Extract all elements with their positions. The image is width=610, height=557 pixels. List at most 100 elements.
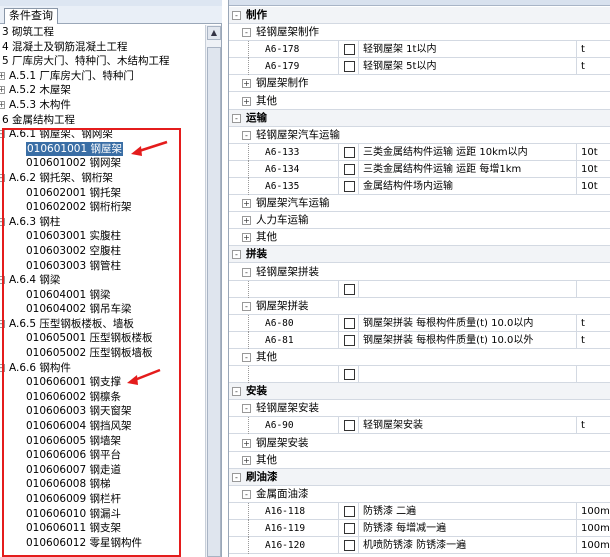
subgroup-row[interactable]: - 轻钢屋架拼装	[229, 264, 610, 281]
tree-leaf-item[interactable]: 010606012 零星钢构件	[0, 536, 205, 551]
tree-leaf-item[interactable]: 010605002 压型钢板墙板	[0, 346, 205, 361]
tree-leaf-item[interactable]: 010604002 钢吊车梁	[0, 302, 205, 317]
subgroup-row[interactable]: + 其他	[229, 229, 610, 247]
tree-node[interactable]: -A.6.2 钢托架、钢桁架	[0, 171, 205, 186]
quota-row[interactable]: A6-134 三类金属结构件运输 运距 每增1km 10t	[229, 160, 610, 178]
tree-node[interactable]: + A.5.1 厂库房大门、特种门	[0, 69, 205, 84]
group-header-row[interactable]: - 制作	[229, 7, 610, 24]
collapse-icon[interactable]: -	[242, 404, 251, 414]
tree-node[interactable]: -A.6.5 压型钢板楼板、墙板	[0, 317, 205, 332]
collapse-icon[interactable]: -	[242, 130, 251, 140]
tree-leaf-item[interactable]: 010604001 钢梁	[0, 288, 205, 303]
tree-node[interactable]: + A.5.2 木屋架	[0, 83, 205, 98]
expand-icon[interactable]: +	[242, 233, 251, 243]
tree-leaf-item[interactable]: 010606005 钢墙架	[0, 434, 205, 449]
tree-leaf-item[interactable]: 010602001 钢托架	[0, 186, 205, 201]
select-checkbox[interactable]	[344, 283, 355, 295]
expand-icon[interactable]: +	[0, 100, 5, 109]
tree-node[interactable]: 4 混凝土及钢筋混凝土工程	[0, 40, 205, 55]
expand-icon[interactable]: +	[0, 86, 5, 95]
tree-leaf-item[interactable]: 010606008 钢梯	[0, 477, 205, 492]
tree-node[interactable]: + A.5.3 木构件	[0, 98, 205, 113]
tree-scrollbar[interactable]: ▲	[205, 25, 221, 557]
collapse-icon[interactable]: -	[232, 250, 241, 260]
tree-node[interactable]: 3 砌筑工程	[0, 25, 205, 40]
expand-icon[interactable]: +	[242, 438, 251, 448]
tree-leaf-item[interactable]: 010602002 钢桁桁架	[0, 200, 205, 215]
select-checkbox[interactable]	[344, 146, 355, 158]
tree-node[interactable]: -A.6.1 钢屋架、钢网架	[0, 127, 205, 142]
tree-node[interactable]: -A.6.4 钢梁	[0, 273, 205, 288]
expand-icon[interactable]: +	[0, 71, 5, 80]
subgroup-row[interactable]: - 钢屋架拼装	[229, 298, 610, 315]
tree-node[interactable]: -A.6.3 钢柱	[0, 215, 205, 230]
subgroup-row[interactable]: + 其他	[229, 93, 610, 110]
select-checkbox[interactable]	[344, 505, 355, 517]
tree-node[interactable]: 6 金属结构工程	[0, 113, 205, 128]
quota-row[interactable]: A6-90 轻钢屋架安装 t	[229, 417, 610, 435]
tree-leaf-item[interactable]: 010606009 钢栏杆	[0, 492, 205, 507]
collapse-icon[interactable]: -	[242, 489, 251, 499]
group-header-row[interactable]: - 运输	[229, 109, 610, 127]
tree-leaf-item[interactable]: 010606011 钢支架	[0, 521, 205, 536]
collapse-icon[interactable]: -	[0, 173, 5, 182]
select-checkbox[interactable]	[344, 163, 355, 175]
expand-icon[interactable]: +	[242, 216, 251, 226]
quota-row[interactable]: A16-119 防锈漆 每增减一遍 100m2	[229, 520, 610, 537]
select-checkbox[interactable]	[344, 540, 355, 552]
select-checkbox[interactable]	[344, 334, 355, 346]
tree-leaf-item[interactable]: 010605001 压型钢板楼板	[0, 331, 205, 346]
quota-row[interactable]: A16-120 机喷防锈漆 防锈漆一遍 100m2	[229, 537, 610, 555]
tree-leaf-item[interactable]: 010606007 钢走道	[0, 463, 205, 478]
expand-icon[interactable]: +	[242, 96, 251, 106]
collapse-icon[interactable]: -	[0, 130, 5, 139]
tab-condition-query[interactable]: 条件查询	[4, 8, 58, 24]
tree-node[interactable]: 5 厂库房大门、特种门、木结构工程	[0, 54, 205, 69]
tree-leaf-item[interactable]: 010603002 空腹柱	[0, 244, 205, 259]
subgroup-row[interactable]: - 金属面油漆	[229, 486, 610, 503]
subgroup-row[interactable]: + 钢屋架汽车运输	[229, 195, 610, 213]
select-checkbox[interactable]	[344, 317, 355, 329]
collapse-icon[interactable]: -	[0, 363, 5, 372]
select-checkbox[interactable]	[344, 523, 355, 534]
quota-row[interactable]: A6-135 金属结构件场内运输 10t	[229, 178, 610, 195]
subgroup-row[interactable]: - 轻钢屋架制作	[229, 24, 610, 42]
group-header-row[interactable]: - 安装	[229, 383, 610, 401]
collapse-icon[interactable]: -	[242, 353, 251, 362]
quota-row[interactable]: A16-118 防锈漆 二遍 100m2	[229, 502, 610, 520]
expand-icon[interactable]: +	[242, 455, 251, 465]
scroll-thumb[interactable]	[207, 47, 221, 557]
collapse-icon[interactable]: -	[232, 11, 241, 20]
collapse-icon[interactable]: -	[0, 217, 5, 226]
quota-row[interactable]	[229, 280, 610, 298]
tree-leaf-item[interactable]: 010603003 钢管柱	[0, 259, 205, 274]
select-checkbox[interactable]	[344, 369, 355, 381]
subgroup-row[interactable]: + 钢屋架制作	[229, 75, 610, 93]
subgroup-row[interactable]: + 人力车运输	[229, 212, 610, 230]
tree-leaf-item[interactable]: 010606001 钢支撑	[0, 375, 205, 390]
select-checkbox[interactable]	[344, 61, 355, 73]
tree-leaf-item[interactable]: 010601001 钢屋架	[0, 141, 205, 157]
tree-leaf-item[interactable]: 010603001 实腹柱	[0, 229, 205, 244]
quota-row[interactable]: A6-81 钢屋架拼装 每根构件质量(t) 10.0以外 t	[229, 331, 610, 349]
collapse-icon[interactable]: -	[232, 387, 241, 397]
quota-row[interactable]: A6-80 钢屋架拼装 每根构件质量(t) 10.0以内 t	[229, 314, 610, 332]
tree-leaf-item[interactable]: 010606006 钢平台	[0, 448, 205, 463]
collapse-icon[interactable]: -	[242, 267, 251, 277]
tree-leaf-item[interactable]: 010606003 钢天窗架	[0, 404, 205, 419]
group-header-row[interactable]: - 拼装	[229, 246, 610, 264]
quota-row[interactable]	[229, 366, 610, 384]
subgroup-row[interactable]: - 轻钢屋架安装	[229, 400, 610, 418]
group-header-row[interactable]: - 刷油漆	[229, 468, 610, 486]
collapse-icon[interactable]: -	[242, 301, 251, 311]
tree-node[interactable]: -A.6.6 钢构件	[0, 361, 205, 376]
subgroup-row[interactable]: - 轻钢屋架汽车运输	[229, 127, 610, 144]
expand-icon[interactable]: +	[242, 79, 251, 89]
select-checkbox[interactable]	[344, 181, 355, 192]
subgroup-row[interactable]: + 钢屋架安装	[229, 435, 610, 452]
tree-leaf-item[interactable]: 010601002 钢网架	[0, 156, 205, 171]
collapse-icon[interactable]: -	[0, 276, 5, 285]
tree-leaf-item[interactable]: 010606004 钢挡风架	[0, 419, 205, 434]
collapse-icon[interactable]: -	[242, 28, 251, 38]
expand-icon[interactable]: +	[242, 199, 251, 209]
